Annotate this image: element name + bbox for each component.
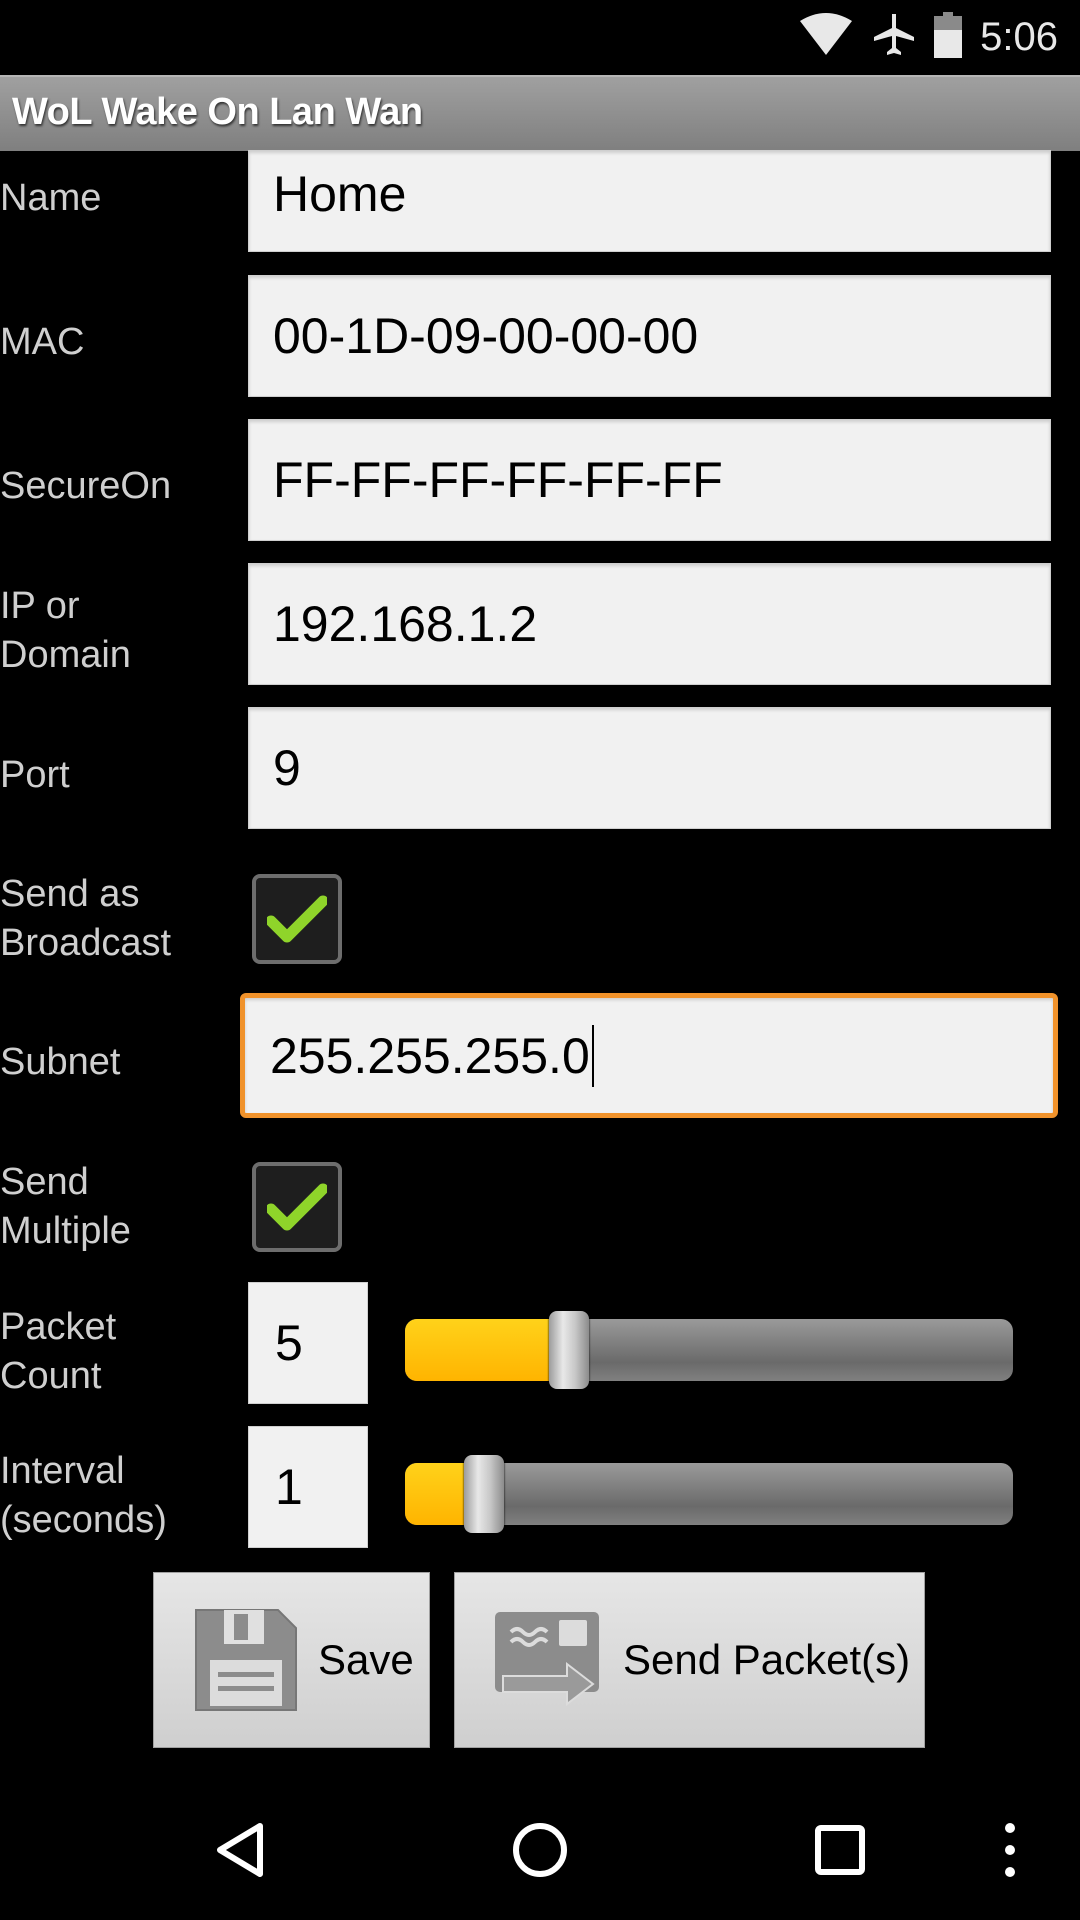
- mac-label: MAC: [0, 321, 85, 363]
- secureon-input[interactable]: FF-FF-FF-FF-FF-FF: [248, 419, 1051, 541]
- airplane-mode-icon: [872, 12, 916, 63]
- name-label: Name: [0, 177, 102, 219]
- recents-button[interactable]: [800, 1810, 880, 1890]
- home-button[interactable]: [500, 1810, 580, 1890]
- wifi-icon: [798, 12, 854, 62]
- packet-count-value: 5: [275, 1315, 303, 1371]
- packet-count-label-line2: Count: [0, 1355, 102, 1397]
- subnet-input[interactable]: 255.255.255.0: [240, 993, 1058, 1118]
- checkmark-icon: [267, 895, 327, 943]
- multiple-checkbox[interactable]: [252, 1162, 342, 1252]
- ip-label: IP or Domain: [0, 582, 131, 680]
- port-label: Port: [0, 754, 70, 796]
- floppy-disk-icon: [194, 1608, 298, 1712]
- status-bar: 5:06: [0, 0, 1080, 75]
- multiple-label-line2: Multiple: [0, 1210, 131, 1252]
- overflow-menu-button[interactable]: [980, 1810, 1040, 1890]
- save-label: Save: [318, 1636, 414, 1683]
- checkmark-icon: [267, 1183, 327, 1231]
- port-input[interactable]: 9: [248, 707, 1051, 829]
- send-packets-button[interactable]: Send Packet(s): [454, 1572, 925, 1748]
- navigation-bar: [0, 1770, 1080, 1920]
- app-title-bar: WoL Wake On Lan Wan: [0, 75, 1080, 151]
- broadcast-label-line1: Send as: [0, 873, 140, 915]
- packet-count-label-line1: Packet: [0, 1306, 117, 1348]
- broadcast-label-line2: Broadcast: [0, 922, 172, 964]
- battery-icon: [934, 11, 963, 63]
- multiple-label-line1: Send: [0, 1161, 89, 1203]
- ip-input[interactable]: 192.168.1.2: [248, 563, 1051, 685]
- save-button[interactable]: Save: [153, 1572, 430, 1748]
- back-icon: [217, 1823, 263, 1877]
- interval-label-line2: (seconds): [0, 1499, 167, 1541]
- name-input[interactable]: Home: [248, 150, 1051, 252]
- mac-value: 00-1D-09-00-00-00: [273, 308, 699, 364]
- secureon-value: FF-FF-FF-FF-FF-FF: [273, 452, 723, 508]
- overflow-menu-icon: [1005, 1823, 1015, 1877]
- packet-count-slider[interactable]: [405, 1311, 1013, 1389]
- interval-value: 1: [275, 1459, 303, 1515]
- multiple-label: Send Multiple: [0, 1158, 131, 1256]
- slider-fill: [405, 1319, 570, 1381]
- recents-icon: [815, 1825, 865, 1875]
- packet-count-label: Packet Count: [0, 1303, 116, 1401]
- subnet-value: 255.255.255.0: [270, 1027, 590, 1084]
- send-packets-label: Send Packet(s): [623, 1636, 911, 1683]
- ip-value: 192.168.1.2: [273, 596, 538, 652]
- broadcast-checkbox[interactable]: [252, 874, 342, 964]
- name-value: Home: [273, 166, 407, 222]
- interval-label: Interval (seconds): [0, 1447, 167, 1545]
- interval-label-line1: Interval: [0, 1450, 125, 1492]
- slider-thumb[interactable]: [549, 1311, 590, 1389]
- ip-label-line2: Domain: [0, 634, 131, 676]
- app-title: WoL Wake On Lan Wan: [12, 91, 423, 133]
- home-icon: [513, 1823, 567, 1877]
- text-cursor: [591, 1024, 594, 1087]
- slider-thumb[interactable]: [464, 1455, 505, 1533]
- send-packet-icon: [493, 1610, 603, 1710]
- subnet-label: Subnet: [0, 1041, 121, 1083]
- status-time: 5:06: [980, 14, 1058, 59]
- packet-count-input[interactable]: 5: [248, 1282, 368, 1404]
- interval-slider[interactable]: [405, 1455, 1013, 1533]
- broadcast-label: Send as Broadcast: [0, 870, 171, 968]
- secureon-label: SecureOn: [0, 465, 172, 507]
- mac-input[interactable]: 00-1D-09-00-00-00: [248, 275, 1051, 397]
- port-value: 9: [273, 740, 301, 796]
- interval-input[interactable]: 1: [248, 1426, 368, 1548]
- back-button[interactable]: [200, 1810, 280, 1890]
- ip-label-line1: IP or: [0, 585, 80, 627]
